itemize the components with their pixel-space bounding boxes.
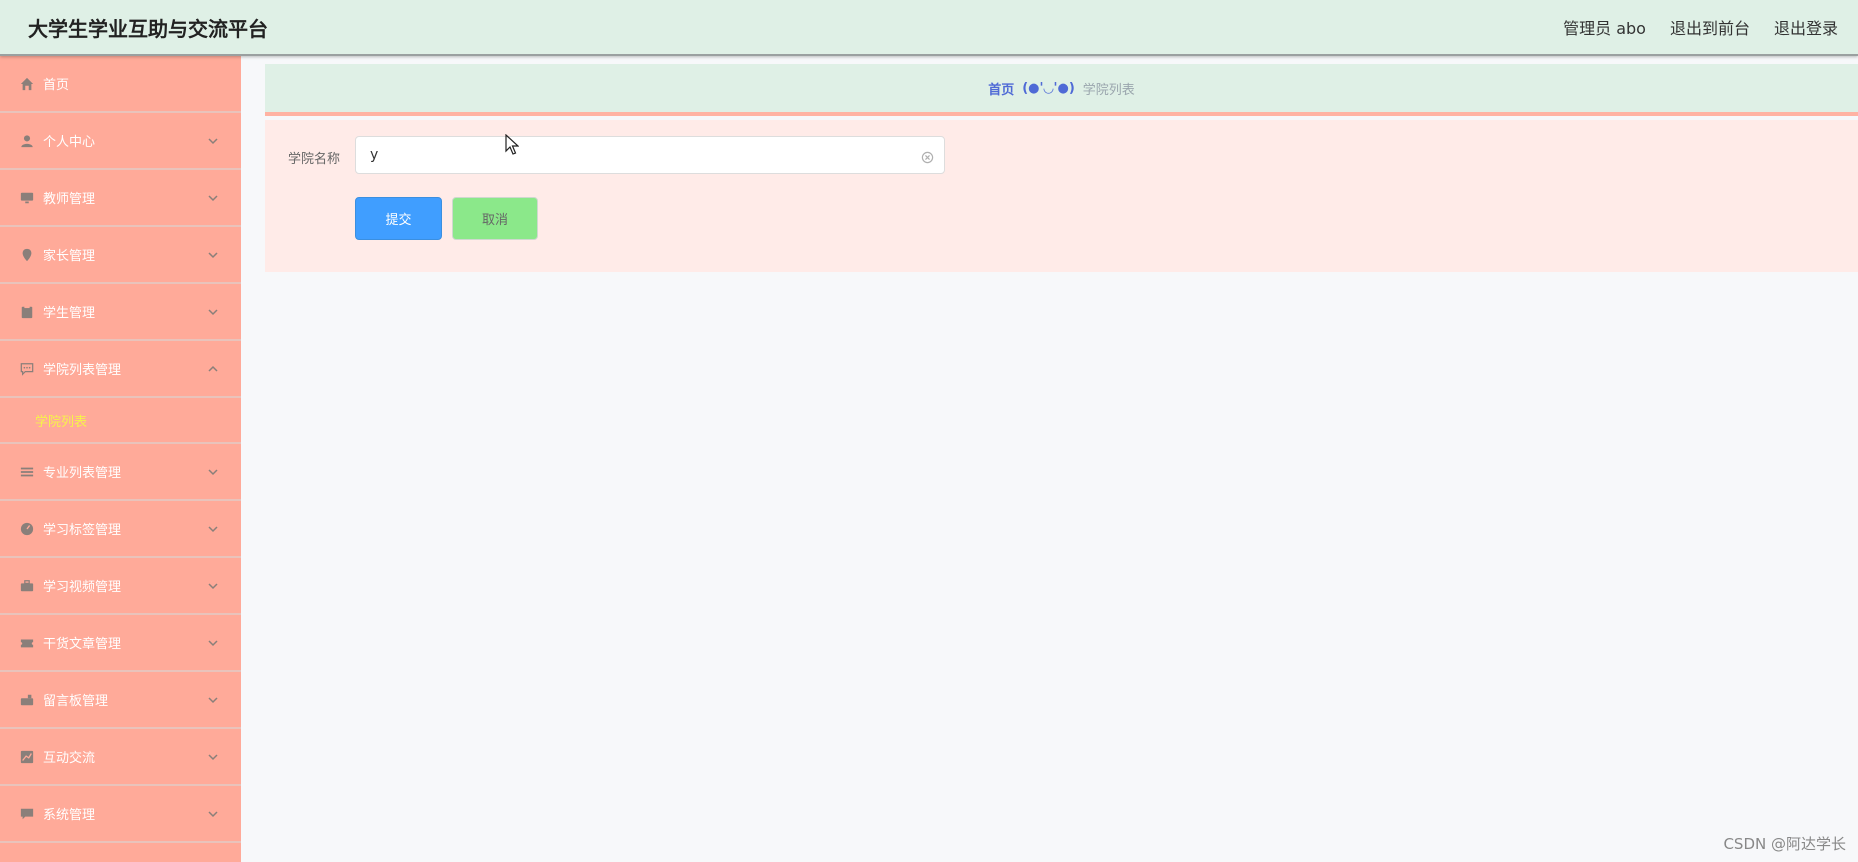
sidebar-item-label: 专业列表管理 [43,466,122,481]
chevron-down-icon [207,192,219,204]
list-icon [20,465,34,479]
sidebar-item-personal-center[interactable]: 个人中心 [0,113,241,170]
mouse-cursor-icon [505,134,519,155]
sidebar-item-study-tags-mgmt[interactable]: 学习标签管理 [0,501,241,558]
briefcase-icon [20,579,34,593]
user-icon [20,134,34,148]
submenu-item-college-list[interactable]: 学院列表 [0,398,241,444]
logout-link[interactable]: 退出登录 [1774,15,1838,39]
location-icon [20,248,34,262]
sidebar-item-study-videos-mgmt[interactable]: 学习视频管理 [0,558,241,615]
home-icon [20,77,34,91]
sidebar-item-interaction[interactable]: 互动交流 [0,729,241,786]
chevron-down-icon [207,808,219,820]
ticket-icon [20,636,34,650]
sidebar-item-students[interactable]: 学生管理 [0,284,241,341]
cancel-button[interactable]: 取消 [452,197,538,240]
chevron-down-icon [207,135,219,147]
mailbox-icon [20,693,34,707]
breadcrumb: 首页 (●'◡'●) 学院列表 [265,64,1858,116]
sidebar-item-label: 个人中心 [43,135,96,150]
sidebar-item-home[interactable]: 首页 [0,56,241,113]
chevron-down-icon [207,523,219,535]
clear-icon[interactable] [921,149,934,164]
chevron-down-icon [207,694,219,706]
college-form: 学院名称 提交 取消 [265,120,1858,272]
chevron-down-icon [207,580,219,592]
sidebar-item-label: 系统管理 [43,808,96,823]
message-icon [20,807,34,821]
chevron-down-icon [207,637,219,649]
sidebar-item-major-list-mgmt[interactable]: 专业列表管理 [0,444,241,501]
sidebar-item-label: 干货文章管理 [43,637,122,652]
sidebar-item-label: 学生管理 [43,306,96,321]
back-to-front-link[interactable]: 退出到前台 [1670,15,1750,39]
header-actions: 管理员 abo 退出到前台 退出登录 [1563,15,1838,39]
sidebar-item-system-mgmt[interactable]: 系统管理 [0,786,241,843]
college-name-label: 学院名称 [288,152,341,167]
chevron-down-icon [207,466,219,478]
breadcrumb-current: 学院列表 [1082,82,1135,98]
sidebar-item-articles-mgmt[interactable]: 干货文章管理 [0,615,241,672]
submit-button[interactable]: 提交 [355,197,442,240]
chart-icon [20,750,34,764]
monitor-icon [20,191,34,205]
sidebar-item-college-list-mgmt[interactable]: 学院列表管理 [0,341,241,398]
sidebar-item-teachers[interactable]: 教师管理 [0,170,241,227]
breadcrumb-home-link[interactable]: 首页 [988,79,1014,98]
sidebar-item-label: 首页 [43,78,70,93]
chevron-up-icon [207,363,219,375]
clipboard-icon [20,304,34,319]
sidebar-item-label: 互动交流 [43,751,96,766]
breadcrumb-separator: (●'◡'●) [1022,80,1075,96]
watermark: CSDN @阿达学长 [1723,835,1846,853]
sidebar: 首页 个人中心 教师管理 家长管理 学生管理 学院列表管理 学院列表 专业列表管… [0,56,241,862]
sidebar-item-label: 学习视频管理 [43,580,122,595]
app-title: 大学生学业互助与交流平台 [28,16,268,41]
top-header: 大学生学业互助与交流平台 管理员 abo 退出到前台 退出登录 [0,0,1858,56]
submenu-item-label: 学院列表 [35,414,88,430]
college-name-input[interactable] [355,136,945,174]
chevron-down-icon [207,751,219,763]
gauge-icon [20,522,34,536]
sidebar-item-parents[interactable]: 家长管理 [0,227,241,284]
sidebar-item-label: 家长管理 [43,249,96,264]
sidebar-item-label: 教师管理 [43,192,96,207]
chevron-down-icon [207,306,219,318]
admin-user-label: 管理员 abo [1563,19,1646,38]
sidebar-item-label: 留言板管理 [43,694,109,709]
sidebar-item-label: 学习标签管理 [43,523,122,538]
sidebar-item-label: 学院列表管理 [43,363,122,378]
chat-icon [20,362,34,376]
sidebar-item-message-board-mgmt[interactable]: 留言板管理 [0,672,241,729]
chevron-down-icon [207,249,219,261]
